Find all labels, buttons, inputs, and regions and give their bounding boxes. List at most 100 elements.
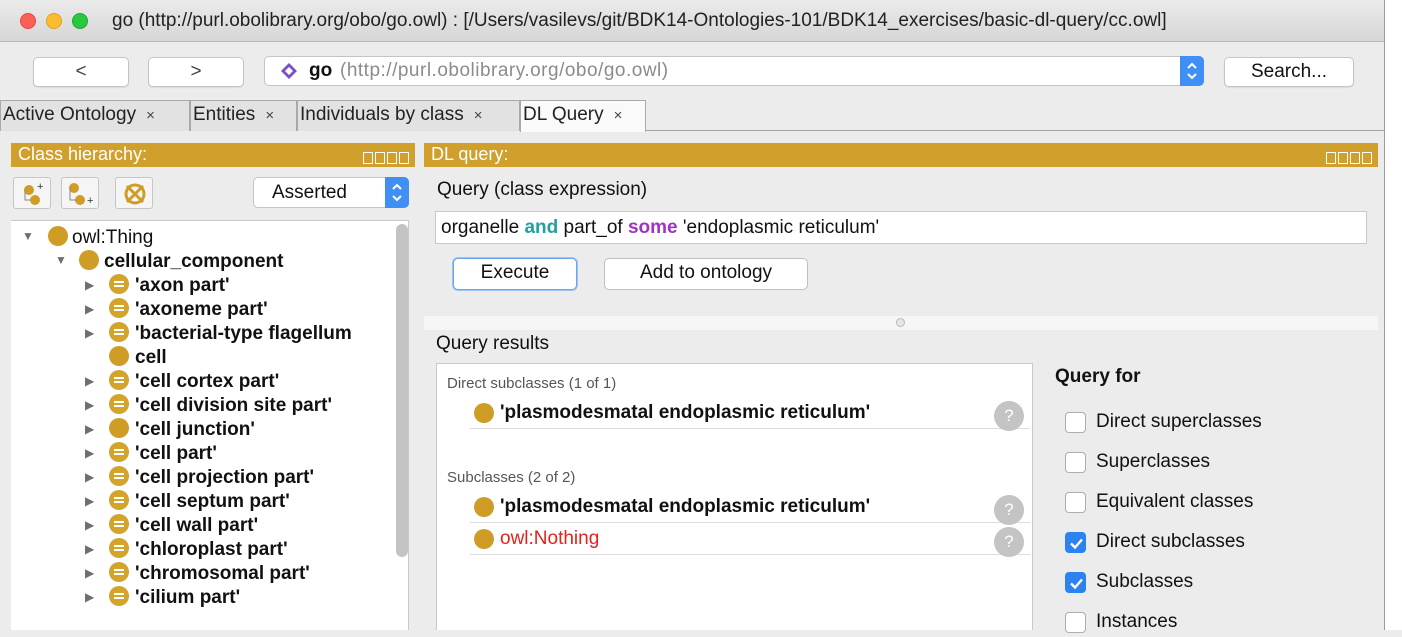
zoom-window-button[interactable] xyxy=(72,13,88,29)
chevron-updown-icon[interactable] xyxy=(1180,56,1204,86)
defined-class-icon xyxy=(109,538,129,558)
close-icon[interactable]: × xyxy=(146,107,155,124)
result-label: 'plasmodesmatal endoplasmic reticulum' xyxy=(500,496,871,517)
add-sibling-icon[interactable]: + xyxy=(61,177,99,209)
tree-node-label: 'cell projection part' xyxy=(135,467,315,488)
collapsed-arrow-icon[interactable]: ▶ xyxy=(85,542,94,556)
checkbox-label: Direct superclasses xyxy=(1096,411,1262,432)
tree-node-label: 'cell cortex part' xyxy=(135,371,280,392)
query-results-label: Query results xyxy=(436,333,549,354)
close-icon[interactable]: × xyxy=(265,107,274,124)
close-icon[interactable]: × xyxy=(474,107,483,124)
collapsed-arrow-icon[interactable]: ▶ xyxy=(85,446,94,460)
checkmark-icon[interactable] xyxy=(1065,532,1086,553)
result-row[interactable]: 'plasmodesmatal endoplasmic reticulum' ? xyxy=(470,491,1030,525)
add-to-ontology-button[interactable]: Add to ontology xyxy=(604,258,808,290)
query-input[interactable]: organelle and part_of some 'endoplasmic … xyxy=(435,211,1367,244)
tab-label: DL Query xyxy=(523,104,604,125)
tab-label: Active Ontology xyxy=(3,104,137,125)
checkmark-icon[interactable] xyxy=(1065,572,1086,593)
tab-active-ontology[interactable]: Active Ontology × xyxy=(0,100,190,131)
expand-arrow-icon[interactable]: ▼ xyxy=(55,253,67,267)
defined-class-icon xyxy=(109,466,129,486)
tree-node-label: 'cell wall part' xyxy=(135,515,259,536)
ontology-iri: (http://purl.obolibrary.org/obo/go.owl) xyxy=(340,60,669,81)
collapsed-arrow-icon[interactable]: ▶ xyxy=(85,374,94,388)
tab-label: Entities xyxy=(193,104,256,125)
defined-class-icon xyxy=(109,274,129,294)
help-icon[interactable]: ? xyxy=(994,495,1024,525)
defined-class-icon xyxy=(109,562,129,582)
collapsed-arrow-icon[interactable]: ▶ xyxy=(85,398,94,412)
view-controls-icon[interactable] xyxy=(361,148,409,164)
minimize-window-button[interactable] xyxy=(46,13,62,29)
result-row[interactable]: owl:Nothing ? xyxy=(470,523,1030,557)
checkbox[interactable] xyxy=(1065,412,1086,433)
chevron-updown-icon[interactable] xyxy=(385,177,409,208)
tab-dl-query[interactable]: DL Query × xyxy=(520,100,646,132)
expand-arrow-icon[interactable]: ▼ xyxy=(22,229,34,243)
split-pane-divider[interactable] xyxy=(424,316,1378,330)
ontology-name: go xyxy=(309,60,333,81)
close-window-button[interactable] xyxy=(20,13,36,29)
execute-button[interactable]: Execute xyxy=(453,258,577,290)
tree-node-label: cellular_component xyxy=(104,251,284,272)
collapsed-arrow-icon[interactable]: ▶ xyxy=(85,278,94,292)
class-icon xyxy=(474,529,494,549)
collapsed-arrow-icon[interactable]: ▶ xyxy=(85,302,94,316)
tab-individuals-by-class[interactable]: Individuals by class × xyxy=(297,100,520,131)
checkbox[interactable] xyxy=(1065,452,1086,473)
result-row[interactable]: 'plasmodesmatal endoplasmic reticulum' ? xyxy=(470,397,1030,431)
window-titlebar: go (http://purl.obolibrary.org/obo/go.ow… xyxy=(0,0,1402,42)
add-subclass-icon[interactable]: + xyxy=(13,177,51,209)
tree-node-label: 'chromosomal part' xyxy=(135,563,310,584)
collapsed-arrow-icon[interactable]: ▶ xyxy=(85,494,94,508)
ontology-diamond-icon xyxy=(281,63,297,79)
collapsed-arrow-icon[interactable]: ▶ xyxy=(85,326,94,340)
delete-class-icon[interactable] xyxy=(115,177,153,209)
search-button[interactable]: Search... xyxy=(1224,57,1354,87)
result-label: owl:Nothing xyxy=(500,528,600,549)
defined-class-icon xyxy=(109,490,129,510)
class-hierarchy-header: Class hierarchy: xyxy=(11,143,415,167)
tree-node-label: 'cell division site part' xyxy=(135,395,332,416)
collapsed-arrow-icon[interactable]: ▶ xyxy=(85,470,94,484)
help-icon[interactable]: ? xyxy=(994,527,1024,557)
defined-class-icon xyxy=(109,370,129,390)
checkbox-label: Subclasses xyxy=(1096,571,1194,592)
class-icon xyxy=(474,403,494,423)
query-keyword-and: and xyxy=(524,217,559,238)
forward-button[interactable]: > xyxy=(148,57,244,87)
query-keyword-some: some xyxy=(627,217,678,238)
collapsed-arrow-icon[interactable]: ▶ xyxy=(85,422,94,436)
drag-handle-icon[interactable] xyxy=(896,318,905,327)
collapsed-arrow-icon[interactable]: ▶ xyxy=(85,590,94,604)
tab-entities[interactable]: Entities × xyxy=(190,100,297,131)
class-icon xyxy=(48,226,68,246)
subclasses-header: Subclasses (2 of 2) xyxy=(447,469,576,486)
tree-node-label: 'cell part' xyxy=(135,443,217,464)
dl-query-header: DL query: xyxy=(424,143,1378,167)
tree-node-label: 'cell septum part' xyxy=(135,491,290,512)
tree-node-label: 'bacterial-type flagellum xyxy=(135,323,352,344)
collapsed-arrow-icon[interactable]: ▶ xyxy=(85,518,94,532)
help-icon[interactable]: ? xyxy=(994,401,1024,431)
class-icon xyxy=(109,346,129,366)
query-text: organelle xyxy=(441,217,525,238)
collapsed-arrow-icon[interactable]: ▶ xyxy=(85,566,94,580)
hierarchy-mode-select[interactable]: Asserted xyxy=(253,177,409,208)
back-button[interactable]: < xyxy=(33,57,129,87)
checkbox[interactable] xyxy=(1065,492,1086,513)
query-for-label: Query for xyxy=(1055,366,1141,387)
tree-node-label: 'cell junction' xyxy=(135,419,255,440)
defined-class-icon xyxy=(109,514,129,534)
defined-class-icon xyxy=(109,586,129,606)
tree-node-label: 'chloroplast part' xyxy=(135,539,288,560)
hierarchy-mode-value: Asserted xyxy=(272,182,347,203)
query-text: part_of xyxy=(558,217,628,238)
svg-text:+: + xyxy=(87,195,93,207)
ontology-selector[interactable]: go (http://purl.obolibrary.org/obo/go.ow… xyxy=(264,56,1204,86)
close-icon[interactable]: × xyxy=(614,107,623,124)
view-controls-icon[interactable] xyxy=(1324,148,1372,164)
tree-scrollbar[interactable] xyxy=(396,224,408,557)
